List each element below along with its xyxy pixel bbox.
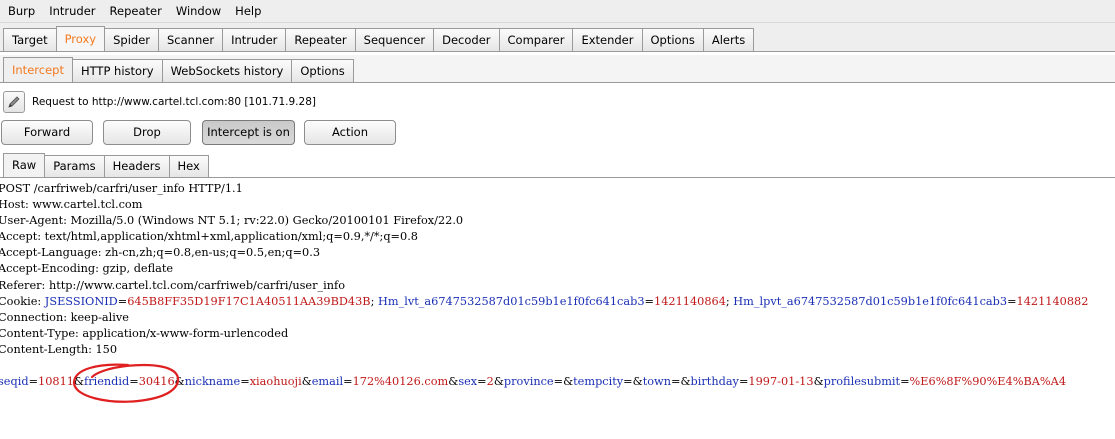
raw-request-editor[interactable]: POST /carfriweb/carfri/user_info HTTP/1.… bbox=[0, 181, 1115, 439]
view-tab-headers[interactable]: Headers bbox=[103, 155, 170, 177]
body-param-name: nickname bbox=[184, 375, 241, 389]
tab-sequencer[interactable]: Sequencer bbox=[354, 28, 435, 51]
body-param-name: friendid bbox=[84, 375, 130, 389]
request-target-label: Request to http://www.cartel.tcl.com:80 … bbox=[32, 96, 316, 108]
header-line: Referer: http://www.cartel.tcl.com/carfr… bbox=[0, 278, 346, 292]
tab-target[interactable]: Target bbox=[3, 28, 57, 51]
body-param-name: sex bbox=[458, 375, 478, 389]
cookie-value: 1421140882 bbox=[1016, 294, 1089, 308]
body-param-value: 172%40126.com bbox=[352, 375, 449, 389]
cookie-name: Hm_lvt_a6747532587d01c59b1e1f0fc641cab3 bbox=[378, 294, 645, 308]
pencil-icon[interactable] bbox=[3, 91, 25, 113]
proxy-tab-http-history[interactable]: HTTP history bbox=[71, 59, 163, 82]
cookie-label: Cookie: bbox=[0, 294, 45, 308]
body-param-name: birthday bbox=[690, 375, 739, 389]
body-param-value: 30416 bbox=[138, 375, 175, 389]
view-tab-params[interactable]: Params bbox=[44, 155, 105, 177]
cookie-header-line: Cookie: JSESSIONID=645B8FF35D19F17C1A405… bbox=[0, 294, 1089, 308]
body-param-value: 10811 bbox=[38, 375, 74, 389]
menu-help[interactable]: Help bbox=[228, 0, 268, 22]
tab-intruder[interactable]: Intruder bbox=[222, 28, 287, 51]
view-tab-hex[interactable]: Hex bbox=[168, 155, 209, 177]
request-info-bar: Request to http://www.cartel.tcl.com:80 … bbox=[0, 87, 1115, 117]
body-param-name: town bbox=[642, 375, 671, 389]
tab-proxy[interactable]: Proxy bbox=[55, 26, 106, 51]
view-tab-raw[interactable]: Raw bbox=[3, 153, 46, 177]
tab-decoder[interactable]: Decoder bbox=[433, 28, 500, 51]
tab-spider[interactable]: Spider bbox=[104, 28, 159, 51]
body-param-name: seqid bbox=[0, 375, 29, 389]
body-param-value: 1997-01-13 bbox=[748, 375, 814, 389]
header-line: Accept-Language: zh-cn,zh;q=0.8,en-us;q=… bbox=[0, 246, 321, 260]
menu-window[interactable]: Window bbox=[169, 0, 228, 22]
intercept-controls: Forward Drop Intercept is on Action bbox=[0, 120, 1115, 145]
body-param-value: %E6%8F%90%E4%BA%A4 bbox=[909, 375, 1067, 389]
cookie-name: Hm_lpvt_a6747532587d01c59b1e1f0fc641cab3 bbox=[733, 294, 1008, 308]
body-param-name: email bbox=[311, 375, 344, 389]
tab-comparer[interactable]: Comparer bbox=[498, 28, 574, 51]
request-line: POST /carfriweb/carfri/user_info HTTP/1.… bbox=[0, 182, 243, 195]
body-param-name: tempcity bbox=[573, 375, 624, 389]
action-button[interactable]: Action bbox=[304, 120, 396, 145]
header-line: Accept: text/html,application/xhtml+xml,… bbox=[0, 230, 418, 244]
header-line: Content-Type: application/x-www-form-url… bbox=[0, 326, 289, 340]
body-param-value: xiaohuoji bbox=[249, 375, 302, 389]
proxy-tab-intercept[interactable]: Intercept bbox=[3, 57, 73, 82]
header-line: Content-Length: 150 bbox=[0, 342, 118, 356]
menu-bar: Burp Intruder Repeater Window Help bbox=[0, 0, 1115, 23]
message-view-tab-bar: Raw Params Headers Hex bbox=[0, 153, 1115, 178]
main-tab-bar: Target Proxy Spider Scanner Intruder Repeater… bbox=[0, 23, 1115, 52]
tab-extender[interactable]: Extender bbox=[572, 28, 643, 51]
request-body-line: seqid=10811&friendid=30416&nickname=xiao… bbox=[0, 375, 1067, 389]
header-line: Host: www.cartel.tcl.com bbox=[0, 198, 143, 212]
body-param-name: profilesubmit bbox=[823, 375, 901, 389]
header-line: Accept-Encoding: gzip, deflate bbox=[0, 262, 174, 276]
cookie-name: JSESSIONID bbox=[44, 294, 118, 308]
forward-button[interactable]: Forward bbox=[1, 120, 93, 145]
tab-alerts[interactable]: Alerts bbox=[702, 28, 755, 51]
proxy-tab-options[interactable]: Options bbox=[291, 59, 354, 82]
cookie-value: 645B8FF35D19F17C1A40511AA39BD43B bbox=[127, 294, 371, 308]
intercept-toggle-button[interactable]: Intercept is on bbox=[202, 120, 295, 145]
body-param-name: province bbox=[503, 375, 554, 389]
menu-burp[interactable]: Burp bbox=[0, 0, 42, 22]
proxy-tab-bar: Intercept HTTP history WebSockets history O… bbox=[0, 55, 1115, 83]
header-line: Connection: keep-alive bbox=[0, 310, 129, 324]
tab-options[interactable]: Options bbox=[641, 28, 704, 51]
cookie-value: 1421140864 bbox=[654, 294, 726, 308]
tab-repeater[interactable]: Repeater bbox=[285, 28, 356, 51]
body-param-value: 2 bbox=[486, 375, 494, 389]
menu-repeater[interactable]: Repeater bbox=[103, 0, 169, 22]
menu-intruder[interactable]: Intruder bbox=[42, 0, 102, 22]
drop-button[interactable]: Drop bbox=[103, 120, 191, 145]
tab-scanner[interactable]: Scanner bbox=[158, 28, 224, 51]
proxy-tab-websockets-history[interactable]: WebSockets history bbox=[161, 59, 293, 82]
header-line: User-Agent: Mozilla/5.0 (Windows NT 5.1;… bbox=[0, 214, 464, 228]
